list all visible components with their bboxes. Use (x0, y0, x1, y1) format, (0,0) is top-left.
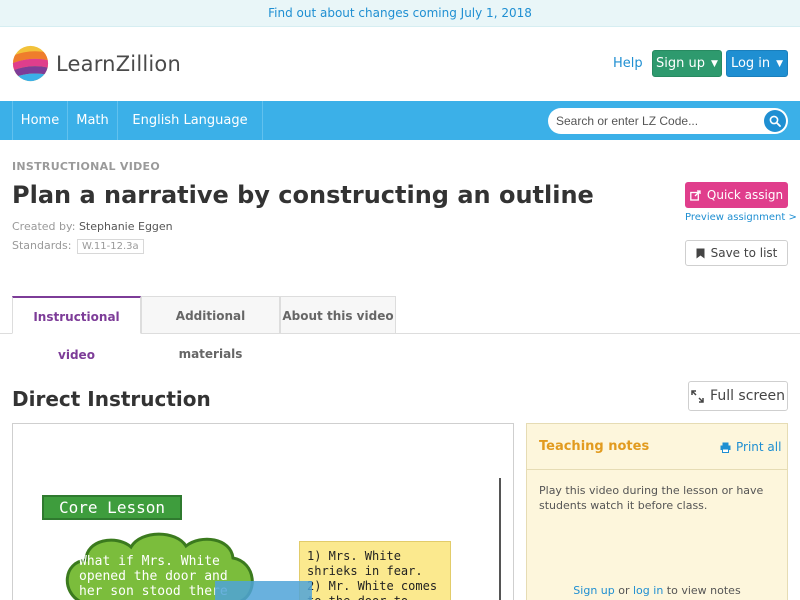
content-type-label: INSTRUCTIONAL VIDEO (12, 160, 161, 173)
notes-or-text: or (614, 584, 633, 597)
nav-item-math[interactable]: Math (67, 101, 117, 140)
notes-signup-link[interactable]: Sign up (573, 584, 614, 597)
nav-item-home[interactable]: Home (12, 101, 67, 140)
search-input[interactable] (556, 108, 756, 134)
chevron-down-icon: ▼ (776, 58, 784, 69)
tab-instructional-video[interactable]: Instructional video (12, 296, 141, 362)
created-by-label: Created by: (12, 220, 76, 233)
expand-icon (691, 389, 704, 403)
announcement-banner: Find out about changes coming July 1, 20… (0, 0, 800, 27)
board-divider-line (499, 478, 501, 600)
teaching-notes-panel: Teaching notes Print all Play this video… (526, 423, 788, 600)
site-header: LearnZillion Help Sign up ▼ Log in ▼ (0, 27, 800, 101)
logo-wordmark[interactable]: LearnZillion (56, 52, 181, 76)
print-all-label: Print all (736, 440, 782, 454)
print-all-link[interactable]: Print all (720, 440, 781, 454)
cloud-text: What if Mrs. White opened the door and h… (79, 554, 228, 599)
standards-row: Standards: W.11-12.3a (12, 239, 144, 254)
standards-label: Standards: (12, 239, 72, 252)
learnzillion-logo-icon[interactable] (12, 45, 49, 82)
quick-assign-button[interactable]: Quick assign (685, 182, 788, 208)
login-label: Log in (730, 56, 771, 71)
video-player[interactable]: Core Lesson What if Mrs. White opened th… (12, 423, 514, 600)
login-button[interactable]: Log in ▼ (726, 50, 788, 77)
signup-button[interactable]: Sign up ▼ (652, 50, 722, 77)
sticky-line-1: 1) Mrs. White shrieks in fear. (307, 549, 423, 578)
tab-additional-materials[interactable]: Additional materials (141, 296, 280, 361)
quick-assign-label: Quick assign (706, 188, 784, 202)
teaching-notes-header: Teaching notes Print all (527, 424, 787, 470)
teaching-notes-login-prompt: Sign up or log in to view notes (527, 584, 787, 597)
author-name[interactable]: Stephanie Eggen (79, 220, 173, 233)
full-screen-label: Full screen (710, 388, 785, 404)
save-label: Save to list (710, 246, 778, 260)
full-screen-button[interactable]: Full screen (688, 381, 788, 411)
sticky-line-2: 2) Mr. White comes to the door to (307, 579, 438, 600)
share-icon (690, 189, 701, 201)
search-box (548, 108, 788, 134)
standard-badge[interactable]: W.11-12.3a (76, 239, 144, 254)
core-lesson-label: Core Lesson (42, 495, 182, 520)
chevron-down-icon: ▼ (711, 58, 718, 69)
created-by-row: Created by: Stephanie Eggen (12, 220, 173, 233)
tab-about-video[interactable]: About this video (280, 296, 396, 334)
play-button[interactable] (215, 581, 312, 600)
notes-suffix-text: to view notes (663, 584, 741, 597)
help-link[interactable]: Help (613, 56, 643, 71)
section-title: Direct Instruction (12, 387, 211, 411)
page-title: Plan a narrative by constructing an outl… (12, 181, 594, 209)
save-to-list-button[interactable]: Save to list (685, 240, 788, 266)
printer-icon (720, 442, 731, 453)
signup-label: Sign up (656, 56, 706, 71)
nav-item-ela[interactable]: English Language Arts (117, 101, 263, 167)
notes-login-link[interactable]: log in (633, 584, 663, 597)
main-nav: Home Math English Language Arts (0, 101, 800, 167)
announcement-link[interactable]: Find out about changes coming July 1, 20… (268, 6, 532, 20)
sticky-note-text: 1) Mrs. White shrieks in fear. 2) Mr. Wh… (307, 549, 452, 600)
search-button[interactable] (764, 110, 786, 132)
preview-assignment-link[interactable]: Preview assignment > (685, 212, 797, 223)
teaching-notes-body: Play this video during the lesson or hav… (539, 484, 764, 512)
teaching-notes-title: Teaching notes (539, 439, 650, 454)
search-icon (769, 115, 781, 127)
bookmark-icon (696, 248, 705, 258)
